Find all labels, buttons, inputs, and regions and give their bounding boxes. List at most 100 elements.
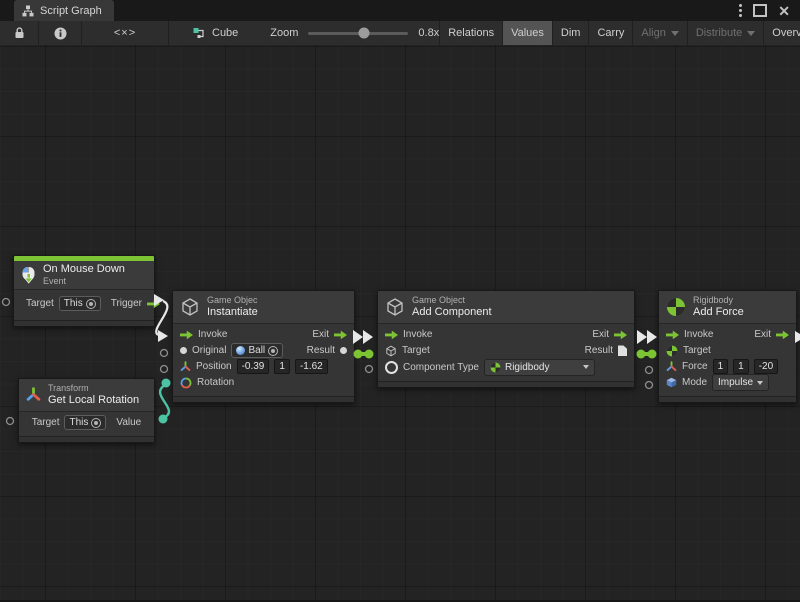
- force-mode-icon: [666, 377, 677, 388]
- transform-axis-icon: [26, 387, 41, 402]
- port-label: Original: [192, 345, 226, 356]
- node-footer: [14, 320, 154, 326]
- window-menu-icon[interactable]: [739, 4, 742, 17]
- flow-arrow-icon[interactable]: [385, 330, 398, 339]
- port-label: Exit: [592, 329, 609, 340]
- flow-arrow-icon[interactable]: [776, 330, 789, 339]
- tab-bar: Script Graph ✕: [0, 0, 800, 21]
- port-row-invoke: Invoke Exit: [173, 327, 354, 343]
- node-add-component[interactable]: Game Object Add Component Invoke Exit Ta…: [377, 290, 635, 388]
- node-title: Add Component: [412, 306, 492, 319]
- node-subtitle: Rigidbody: [693, 295, 744, 306]
- graph-name: Cube: [212, 27, 238, 39]
- chevron-down-icon: [671, 31, 679, 36]
- port-label: Trigger: [111, 298, 142, 309]
- code-preview-button[interactable]: <×>: [82, 21, 169, 45]
- values-button[interactable]: Values: [503, 21, 553, 45]
- node-instantiate[interactable]: Game Objec Instantiate Invoke Exit Origi…: [172, 290, 355, 403]
- zoom-slider[interactable]: [308, 32, 408, 35]
- rigidbody-icon: [666, 345, 678, 357]
- node-footer: [659, 396, 796, 402]
- zoom-label: Zoom: [270, 27, 298, 39]
- original-value-chip[interactable]: Ball: [231, 343, 283, 358]
- value-port-dot[interactable]: [340, 347, 347, 354]
- node-footer: [173, 396, 354, 402]
- flow-arrow-icon[interactable]: [180, 330, 193, 339]
- port-row-invoke: Invoke Exit: [378, 327, 634, 343]
- port-label: Value: [116, 417, 141, 428]
- document-icon[interactable]: [618, 345, 627, 356]
- dim-button[interactable]: Dim: [553, 21, 590, 45]
- node-get-local-rotation[interactable]: Transform Get Local Rotation Target This: [18, 378, 155, 443]
- target-value-chip[interactable]: This: [64, 415, 106, 430]
- transform-axis-icon: [26, 417, 27, 428]
- component-type-dropdown[interactable]: Rigidbody: [484, 359, 595, 376]
- node-subtitle: Event: [43, 276, 125, 287]
- chevron-down-icon: [757, 381, 763, 385]
- object-picker-icon[interactable]: [268, 346, 278, 356]
- port-label: Force: [682, 361, 708, 372]
- flow-arrow-icon[interactable]: [614, 330, 627, 339]
- carry-button[interactable]: Carry: [589, 21, 633, 45]
- force-axis-icon: [666, 361, 677, 372]
- ball-object-icon: [236, 346, 245, 355]
- position-axis-icon: [180, 361, 191, 372]
- chevron-down-icon: [583, 365, 589, 369]
- chevron-down-icon: [747, 31, 755, 36]
- mode-dropdown[interactable]: Impulse: [712, 374, 769, 391]
- zoom-value: 0.8x: [418, 27, 439, 39]
- port-label: Result: [585, 345, 613, 356]
- node-on-mouse-down[interactable]: On Mouse Down Event Target This Trigger: [13, 255, 155, 327]
- port-row-original: Original Ball Result: [173, 343, 354, 359]
- value-port-dot[interactable]: [180, 347, 187, 354]
- graph-canvas[interactable]: On Mouse Down Event Target This Trigger: [0, 45, 800, 602]
- relations-button[interactable]: Relations: [440, 21, 503, 45]
- port-label: Mode: [682, 377, 707, 388]
- lock-icon: [14, 27, 25, 39]
- flow-arrow-icon[interactable]: [666, 330, 679, 339]
- node-add-force[interactable]: Rigidbody Add Force Invoke Exit Target: [658, 290, 797, 403]
- window-controls: ✕: [739, 0, 800, 21]
- tab-script-graph[interactable]: Script Graph: [14, 0, 114, 21]
- force-x-field[interactable]: 1: [713, 359, 729, 374]
- port-label: Invoke: [198, 329, 227, 340]
- force-z-field[interactable]: -20: [754, 359, 778, 374]
- target-value-chip[interactable]: This: [59, 296, 101, 311]
- force-y-field[interactable]: 1: [733, 359, 749, 374]
- node-subtitle: Game Object: [412, 295, 492, 306]
- position-y-field[interactable]: 1: [274, 359, 290, 374]
- graph-breadcrumb[interactable]: Cube: [193, 21, 238, 45]
- mouse-down-icon: [21, 266, 36, 284]
- graph-toolbar: <×> Cube Zoom 0.8x Relations Values Dim …: [0, 21, 800, 46]
- port-row-invoke: Invoke Exit: [659, 327, 796, 343]
- port-label: Invoke: [684, 329, 713, 340]
- close-icon[interactable]: ✕: [778, 4, 790, 18]
- flow-arrow-icon[interactable]: [334, 330, 347, 339]
- zoom-slider-handle[interactable]: [359, 28, 370, 39]
- object-picker-icon[interactable]: [86, 299, 96, 309]
- maximize-icon[interactable]: [753, 4, 767, 17]
- position-x-field[interactable]: -0.39: [237, 359, 270, 374]
- object-picker-icon[interactable]: [91, 418, 101, 428]
- port-label: Position: [196, 361, 232, 372]
- info-button[interactable]: [39, 21, 82, 45]
- type-port-icon[interactable]: [385, 361, 398, 374]
- port-row-target: Target Result: [378, 343, 634, 359]
- node-subtitle: Transform: [48, 383, 139, 394]
- port-label: Invoke: [403, 329, 432, 340]
- rotation-icon[interactable]: [146, 417, 147, 429]
- rotation-icon[interactable]: [180, 377, 192, 389]
- port-label: Target: [32, 417, 60, 428]
- port-row-mode: Mode Impulse: [659, 375, 796, 391]
- lock-button[interactable]: [0, 21, 39, 45]
- script-graph-icon: [193, 27, 206, 40]
- flow-arrow-icon[interactable]: [147, 299, 160, 308]
- node-subtitle: Game Objec: [207, 295, 258, 306]
- position-z-field[interactable]: -1.62: [295, 359, 328, 374]
- graph-hierarchy-icon: [22, 5, 34, 17]
- port-row-component-type: Component Type Rigidbody: [378, 359, 634, 376]
- distribute-button[interactable]: Distribute: [688, 21, 764, 45]
- align-button[interactable]: Align: [633, 21, 687, 45]
- overview-button[interactable]: Overview: [764, 21, 800, 45]
- rigidbody-icon: [490, 362, 501, 373]
